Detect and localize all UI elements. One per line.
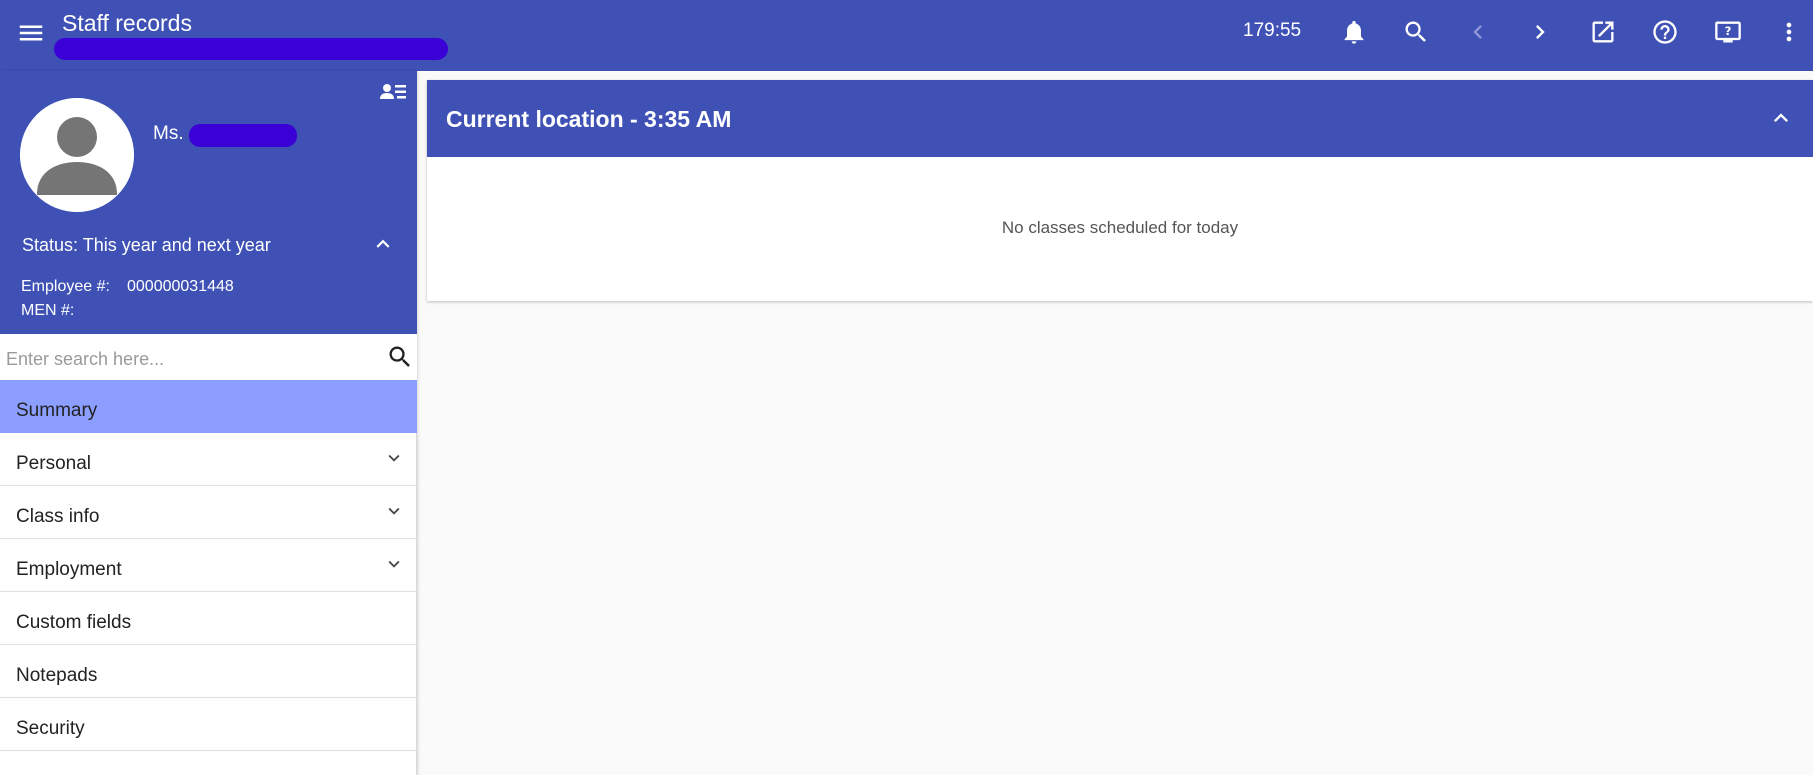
status-label: Status: This year and next year xyxy=(22,235,271,255)
sidebar-item-custom-fields[interactable]: Custom fields xyxy=(0,592,417,645)
avatar xyxy=(20,98,134,212)
contact-card-icon[interactable] xyxy=(379,80,407,104)
sidebar-item-employment[interactable]: Employment xyxy=(0,539,417,592)
screen-help-icon[interactable]: ? xyxy=(1710,14,1746,50)
profile-card: Ms. Status: This year and next year Empl… xyxy=(0,71,417,334)
svg-text:?: ? xyxy=(1725,24,1732,38)
menu-icon[interactable] xyxy=(14,18,48,48)
sidebar-item-label: Security xyxy=(16,718,85,739)
chevron-down-icon xyxy=(383,553,405,575)
more-vert-icon[interactable] xyxy=(1771,14,1807,50)
employee-number-label: Employee #: xyxy=(21,278,110,295)
employee-number-value: 000000031448 xyxy=(127,278,234,295)
sidebar-item-label: Personal xyxy=(16,453,91,474)
chevron-up-icon[interactable] xyxy=(370,231,396,257)
sidebar-item-label: Class info xyxy=(16,506,100,527)
open-in-new-icon[interactable] xyxy=(1585,14,1621,50)
sidebar-nav: Summary Personal Class info Employment C… xyxy=(0,380,417,751)
sidebar-item-class-info[interactable]: Class info xyxy=(0,486,417,539)
search-input[interactable] xyxy=(6,344,376,374)
staff-name-prefix: Ms. xyxy=(153,123,184,144)
sidebar-item-label: Employment xyxy=(16,559,122,580)
chevron-down-icon xyxy=(383,500,405,522)
sidebar-item-notepads[interactable]: Notepads xyxy=(0,645,417,698)
top-app-bar: Staff records 179:55 ? xyxy=(0,0,1813,71)
bell-icon[interactable] xyxy=(1336,14,1372,50)
redacted-subtitle xyxy=(54,38,448,60)
empty-state-message: No classes scheduled for today xyxy=(1001,218,1239,237)
chevron-right-icon[interactable] xyxy=(1522,14,1558,50)
help-icon[interactable] xyxy=(1647,14,1683,50)
redacted-staff-name xyxy=(189,124,297,147)
sidebar-search xyxy=(0,334,417,380)
chevron-left-icon[interactable] xyxy=(1460,14,1496,50)
panel-title: Current location - 3:35 AM xyxy=(446,106,732,132)
sidebar: Ms. Status: This year and next year Empl… xyxy=(0,71,417,775)
app-title: Staff records xyxy=(62,10,192,36)
chevron-down-icon xyxy=(383,447,405,469)
sidebar-item-label: Summary xyxy=(16,400,98,421)
sidebar-item-security[interactable]: Security xyxy=(0,698,417,751)
panel-header[interactable]: Current location - 3:35 AM xyxy=(427,80,1813,157)
current-location-panel: Current location - 3:35 AM No classes sc… xyxy=(427,80,1813,301)
search-icon[interactable] xyxy=(386,343,414,371)
men-number-label: MEN #: xyxy=(21,302,75,319)
session-timer: 179:55 xyxy=(1243,20,1302,41)
sidebar-item-label: Notepads xyxy=(16,665,98,686)
search-icon[interactable] xyxy=(1398,14,1434,50)
sidebar-item-personal[interactable]: Personal xyxy=(0,433,417,486)
sidebar-item-label: Custom fields xyxy=(16,612,132,633)
sidebar-item-summary[interactable]: Summary xyxy=(0,380,417,433)
chevron-up-icon[interactable] xyxy=(1767,104,1795,132)
